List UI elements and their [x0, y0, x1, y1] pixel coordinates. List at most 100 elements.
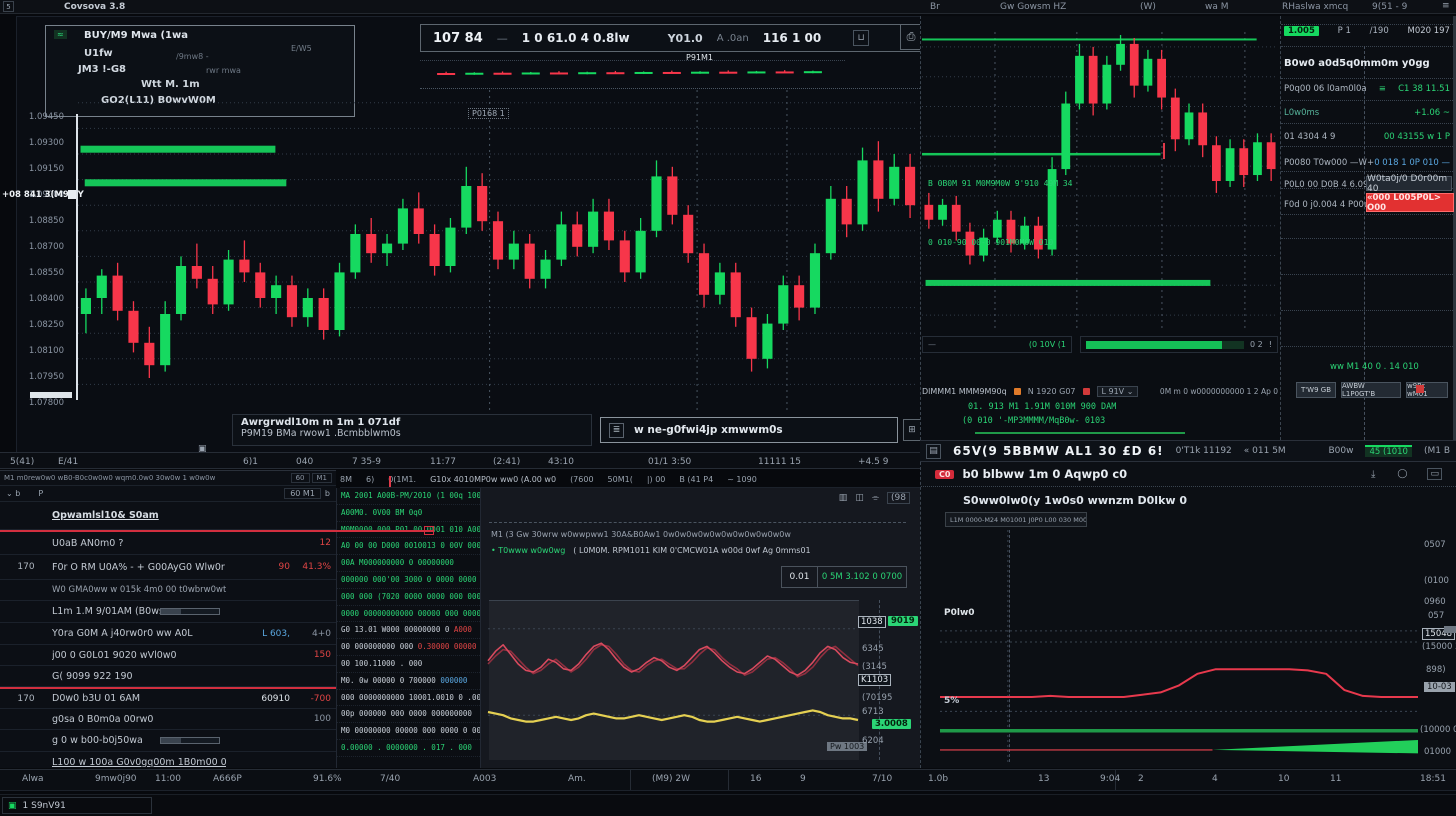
quote-price: 107 84 [433, 31, 483, 46]
panel-icon[interactable]: ▭ [1427, 468, 1442, 480]
collapse-icon[interactable]: ⌄ b [6, 489, 20, 498]
axis-handle[interactable] [1444, 626, 1456, 633]
axis-label: (15000 3 [1422, 642, 1456, 652]
panes-icon[interactable]: ◫ [855, 492, 864, 504]
side-button-1[interactable]: T'W9 GB [1296, 382, 1336, 398]
table-row[interactable]: 170D0w0 b3U 01 6AM60910-700 [0, 687, 336, 709]
watch-sub-cell[interactable]: b [325, 489, 330, 498]
order-detail-grid [1280, 16, 1456, 440]
row-label: L0w0ms [1284, 108, 1319, 118]
progress-cell-right: 0 2 ! [1080, 336, 1278, 353]
row-label: 01 4304 4 9 [1284, 132, 1335, 142]
red-rule-1 [0, 530, 434, 532]
modify-order-button[interactable]: W0ta0j/0 D0r00m 40 [1366, 176, 1452, 191]
chart-settings-icon[interactable]: ⊔ [853, 30, 869, 46]
table-row[interactable]: U0aB AN0m0 ?12 [0, 530, 336, 555]
side-buttons-row: T'W9 GB AWBW L1P0GT'B w9Pc wM01 [1296, 382, 1448, 398]
menu-item[interactable]: Br [930, 2, 940, 12]
log-line: 00 100.11000 . 000 [337, 656, 480, 673]
detail-tab[interactable]: L1M 0000-M24 M01001 J0P0 L00 030 M0018 [945, 512, 1087, 527]
circle-icon[interactable]: ◯ [1397, 469, 1407, 479]
indicator-legend-green[interactable]: • T0www w0w0wg [491, 546, 565, 555]
toolbar-item[interactable]: 50M1( [608, 475, 633, 484]
toolbar-item[interactable]: (7600 [570, 475, 593, 484]
axis-tick: 18:51 [1420, 774, 1446, 784]
table-row[interactable]: Opwamlsl10& S0am [0, 502, 336, 530]
axis-tick: 10 [1278, 774, 1289, 784]
replay-extra-button[interactable]: ⊞ [903, 419, 921, 441]
header-badge: 45 (1010 [1365, 445, 1411, 457]
table-row[interactable]: g0sa 0 B0m0a 00rw0100 [0, 709, 336, 730]
toolbar-item[interactable]: |) 00 [647, 475, 666, 484]
watch-sub-cell[interactable]: P [38, 489, 43, 498]
toolbar-value: N 1920 G07 [1028, 387, 1076, 396]
row-sublabel[interactable]: W+ [1359, 158, 1375, 168]
burger-icon[interactable]: ≡ [1442, 1, 1450, 11]
app-icon[interactable]: 5 [3, 1, 14, 12]
menu-item[interactable]: Gw Gowsm HZ [1000, 2, 1066, 12]
close-position-button[interactable]: «000 L005P0L> O00 [1366, 193, 1454, 212]
quote-volume: Y01.0 [668, 32, 703, 45]
axis-label: (3145 [862, 662, 887, 672]
watch-header-cell[interactable]: 60 [291, 473, 310, 483]
watch-header-cell[interactable]: M1 [312, 473, 333, 483]
ratio-label: /190 [1370, 26, 1389, 36]
toolbar-item[interactable]: 6) [366, 475, 374, 484]
live-badge: 1.005 [1284, 26, 1319, 36]
price-axis-label: 1.09150 [29, 164, 64, 174]
chart-overlay-text: 0 010-90 00-0 901M0M0W 010 [928, 238, 1053, 247]
list-toggle-icon[interactable]: ≡ [1379, 84, 1386, 94]
table-row[interactable]: G( 9099 922 190 [0, 666, 336, 687]
replay-button[interactable]: ≣ w ne-g0fwi4jp xmwwm0s [600, 417, 898, 443]
main-candle-chart[interactable] [78, 90, 918, 410]
side-button-3[interactable]: w9Pc wM01 [1406, 382, 1448, 398]
strategy-tag: E/W5 [291, 44, 312, 53]
toolbar-item[interactable]: ~ 1090 [727, 475, 757, 484]
table-row[interactable]: g 0 w b00-b0j50wa [0, 730, 336, 752]
table-row[interactable]: Y0ra G0M A j40rw0r0 ww A0LL 603,4+0 [0, 623, 336, 645]
window-icon[interactable]: ▤ [926, 444, 941, 459]
download-icon[interactable]: ⤓ [1371, 469, 1375, 480]
side-button-2[interactable]: AWBW L1P0GT'B [1341, 382, 1401, 398]
price-axis-label: 1.08250 [29, 320, 64, 330]
live-red-badge: C0 [935, 470, 954, 479]
table-row[interactable]: j00 0 G0L01 9020 wVl0w0150 [0, 645, 336, 666]
axis-label: 6713 [862, 707, 884, 717]
axis-tick: 13 [1038, 774, 1049, 784]
printer-icon: ⎙ [907, 30, 916, 44]
grid-icon[interactable]: (W) [1140, 2, 1156, 12]
table-row[interactable]: W0 GMA0ww w 015k 4m0 00 t0wbrw0wt a0 D0q… [0, 580, 336, 601]
toolbar-item[interactable]: 8M [340, 475, 352, 484]
axis-tick: 2 [1138, 774, 1144, 784]
progress-bar[interactable] [1086, 341, 1244, 349]
indicator-line-chart[interactable] [488, 600, 858, 760]
table-row[interactable]: L1m 1.M 9/01AM (B0wsl0a) [0, 601, 336, 623]
strategy-row-label: Wtt M. 1m [141, 79, 200, 90]
counter-badge[interactable]: (98 [887, 492, 910, 504]
interval-select[interactable]: L 91V ⌄ [1097, 386, 1139, 397]
table-row[interactable]: 170F0r O RM U0A% - + G00AyG0 Wlw0r9041.3… [0, 555, 336, 580]
detail-line-chart[interactable] [940, 530, 1418, 762]
divider-icon: ⌯ [872, 492, 879, 504]
axis-tick: (M9) 2W [652, 774, 690, 784]
toolbar-item[interactable]: 0(1M1. [388, 475, 416, 484]
axis-tick: 7/40 [380, 774, 400, 784]
detail-heading: S0ww0lw0(y 1w0s0 wwnzm D0lkw 0 [963, 494, 1187, 507]
taskbar-app[interactable]: ▣ 1 S9nV91 [2, 797, 152, 814]
row-value: 00 43155 w 1 P [1384, 132, 1450, 142]
axis-tick: Am. [568, 774, 586, 784]
series-label-pct: 5% [944, 696, 959, 706]
taskbar: ▣ 1 S9nV91 [0, 794, 1456, 816]
row-label: P0q00 06 l0am0l0a [1284, 84, 1367, 94]
watch-sub-cell[interactable]: 60 M1 [284, 488, 321, 499]
toolbar-item[interactable]: G10x 4010MP0w ww0 (A.00 w0 [430, 475, 556, 484]
row-label: P0080 T0w000 — [1284, 158, 1358, 168]
price-axis-label: 1.08400 [29, 294, 64, 304]
menu-item[interactable]: wa M [1205, 2, 1229, 12]
series-label-price: P0lw0 [944, 608, 975, 618]
toolbar-item[interactable]: B (41 P4 [679, 475, 713, 484]
bars-icon[interactable]: ▥ [839, 492, 848, 504]
price-axis-label: 1.08700 [29, 242, 64, 252]
print-button[interactable]: ⎙ [900, 24, 922, 50]
watch-rows: Opwamlsl10& S0amU0aB AN0m0 ?12170F0r O R… [0, 502, 336, 773]
